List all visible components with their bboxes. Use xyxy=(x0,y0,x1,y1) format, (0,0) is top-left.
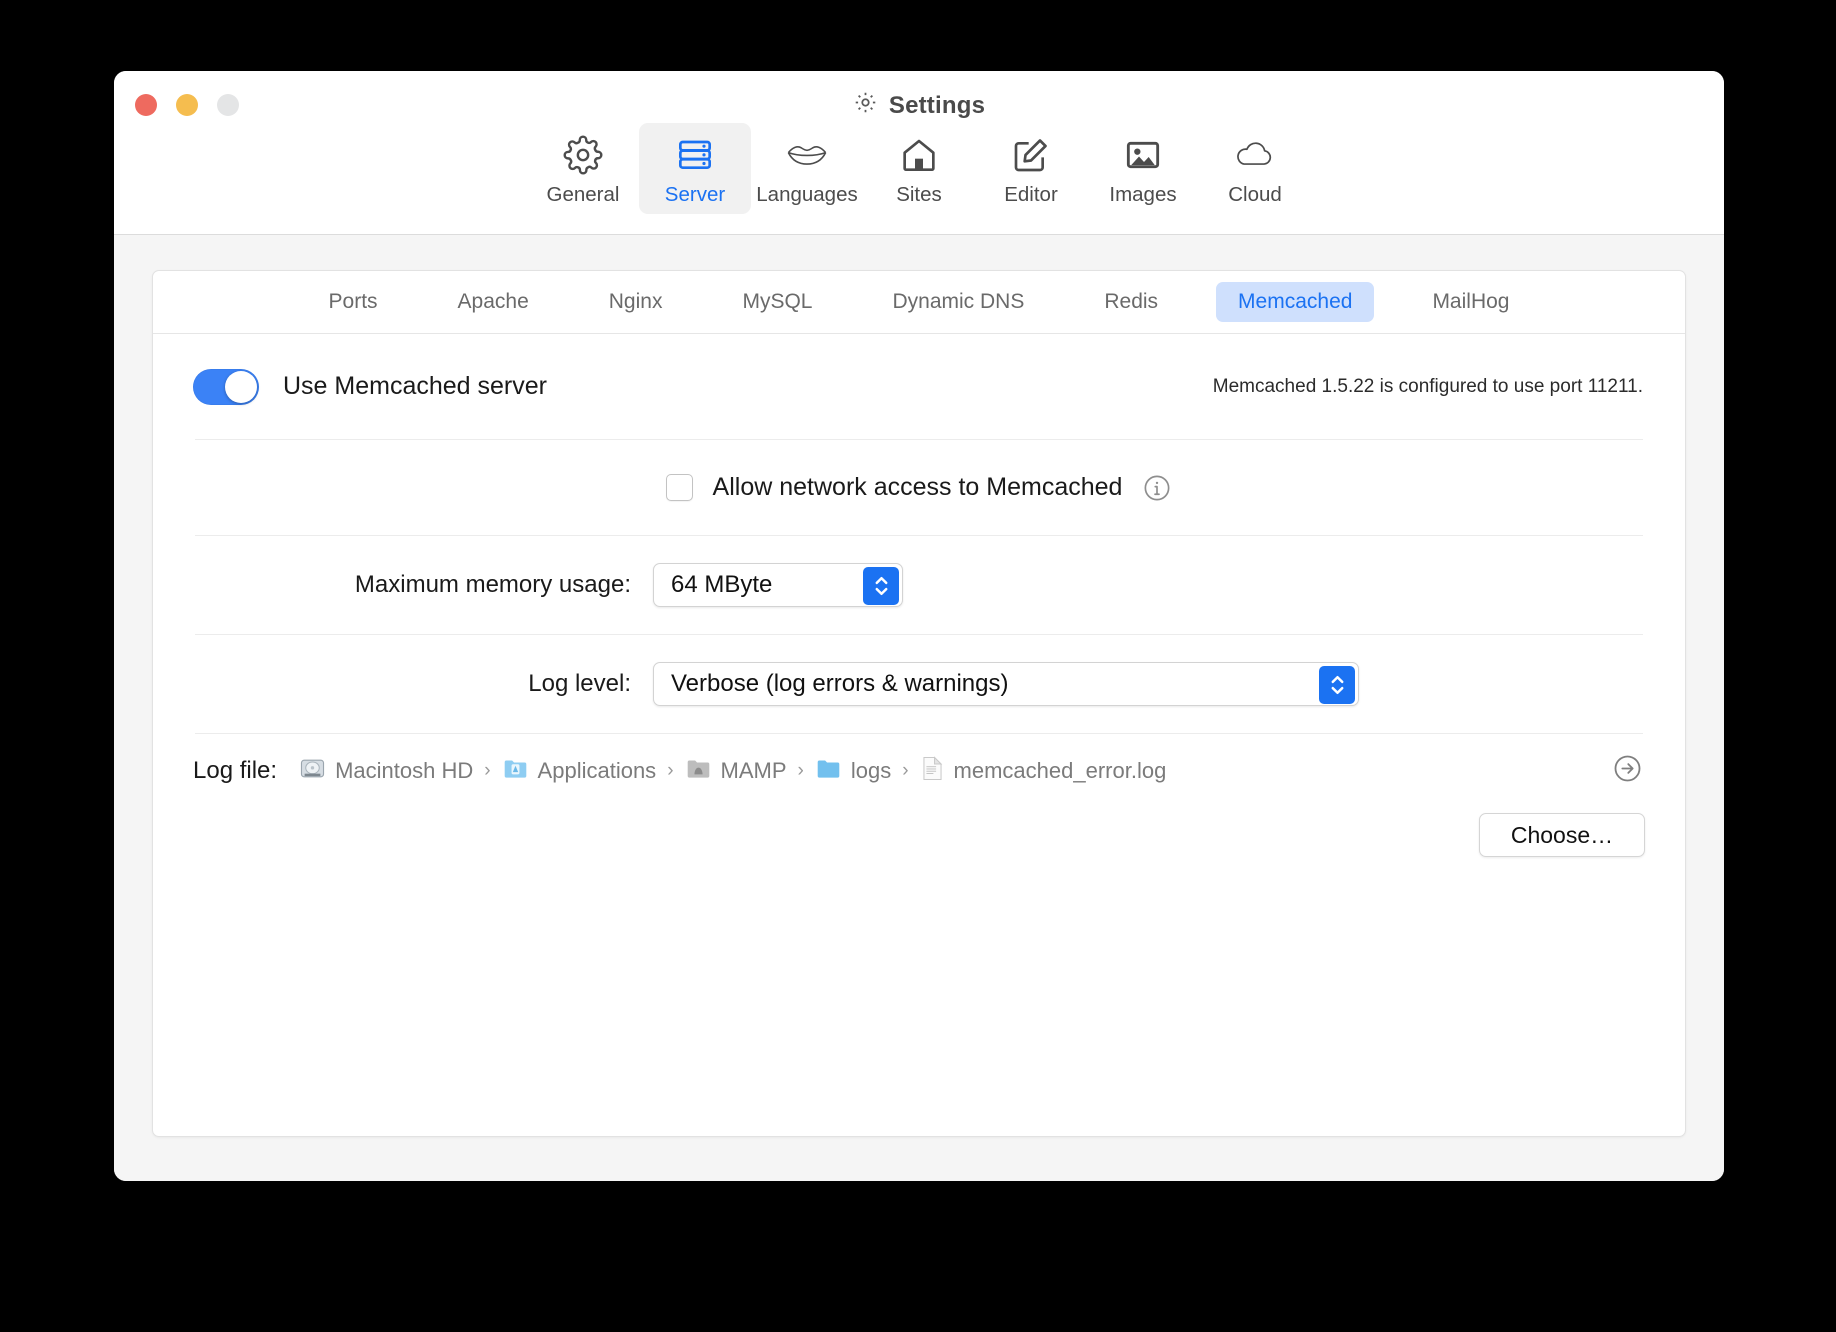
chevron-updown-icon xyxy=(863,567,899,605)
document-icon xyxy=(920,755,945,787)
toolbar-item-languages[interactable]: Languages xyxy=(751,123,863,214)
subtab-label: MailHog xyxy=(1432,290,1510,313)
lips-icon xyxy=(786,134,828,176)
subtab-dynamic-dns[interactable]: Dynamic DNS xyxy=(870,282,1046,322)
settings-panel: Ports Apache Nginx MySQL Dynamic DNS Red… xyxy=(152,270,1686,1137)
window-body: Ports Apache Nginx MySQL Dynamic DNS Red… xyxy=(114,235,1724,1181)
page-title: Settings xyxy=(114,90,1724,122)
log-file-path-breadcrumb[interactable]: Macintosh HD › Applications › MAMP › log… xyxy=(299,755,1166,787)
gear-icon xyxy=(563,134,603,176)
toolbar-item-label: Languages xyxy=(756,183,858,206)
allow-network-access-checkbox[interactable] xyxy=(665,474,693,501)
subtab-label: Memcached xyxy=(1238,290,1353,313)
log-level-select[interactable]: Verbose (log errors & warnings) xyxy=(653,662,1359,706)
subtab-label: Nginx xyxy=(608,290,663,313)
gear-icon xyxy=(853,90,878,122)
settings-window: Settings General Server Languages Sites … xyxy=(114,71,1724,1181)
breadcrumb-text: logs xyxy=(850,758,892,783)
log-file-row: Log file: Macintosh HD › Applications › … xyxy=(193,734,1645,808)
subtab-label: Apache xyxy=(457,290,529,313)
breadcrumb-item-macintosh-hd[interactable]: Macintosh HD xyxy=(299,755,473,787)
allow-network-access-label: Allow network access to Memcached xyxy=(712,473,1123,501)
memcached-version-note: Memcached 1.5.22 is configured to use po… xyxy=(1212,375,1643,397)
toolbar-item-general[interactable]: General xyxy=(527,123,639,214)
max-memory-select[interactable]: 64 MByte xyxy=(653,563,903,607)
arrow-right-circle-icon[interactable] xyxy=(1612,753,1643,789)
breadcrumb-separator: › xyxy=(902,760,909,781)
breadcrumb-item-memcached-error-log[interactable]: memcached_error.log xyxy=(920,755,1167,787)
log-level-value: Verbose (log errors & warnings) xyxy=(671,670,1009,697)
photo-icon xyxy=(1123,134,1163,176)
breadcrumb-item-mamp[interactable]: MAMP xyxy=(685,755,787,787)
toolbar-item-label: Sites xyxy=(896,183,942,206)
hard-disk-icon xyxy=(299,755,326,787)
subtab-mailhog[interactable]: MailHog xyxy=(1410,282,1531,322)
subtab-apache[interactable]: Apache xyxy=(436,282,551,322)
choose-button-label: Choose… xyxy=(1510,821,1614,848)
breadcrumb-separator: › xyxy=(484,760,491,781)
breadcrumb-separator: › xyxy=(797,760,804,781)
server-rack-icon xyxy=(675,134,715,176)
breadcrumb-item-logs[interactable]: logs xyxy=(815,755,891,787)
breadcrumb-text: memcached_error.log xyxy=(953,758,1167,783)
subtab-memcached[interactable]: Memcached xyxy=(1216,282,1375,322)
toolbar-item-cloud[interactable]: Cloud xyxy=(1199,123,1311,214)
toolbar-item-label: Cloud xyxy=(1228,183,1282,206)
toolbar-item-label: General xyxy=(546,183,620,206)
max-memory-label: Maximum memory usage: xyxy=(354,571,631,598)
cloud-icon xyxy=(1234,134,1276,176)
breadcrumb-text: Applications xyxy=(537,758,657,783)
use-memcached-toggle[interactable] xyxy=(193,368,259,405)
use-memcached-row: Use Memcached server Memcached 1.5.22 is… xyxy=(193,334,1645,439)
toolbar-item-editor[interactable]: Editor xyxy=(975,123,1087,214)
window-titlebar: Settings General Server Languages Sites … xyxy=(114,71,1724,235)
toolbar-item-label: Editor xyxy=(1004,183,1058,206)
info-circle-icon[interactable] xyxy=(1142,473,1172,503)
toolbar-item-sites[interactable]: Sites xyxy=(863,123,975,214)
log-level-row: Log level: Verbose (log errors & warning… xyxy=(193,635,1645,733)
toolbar-item-label: Images xyxy=(1109,183,1177,206)
toolbar-item-label: Server xyxy=(664,183,726,206)
subtab-label: Redis xyxy=(1104,290,1159,313)
breadcrumb-text: Macintosh HD xyxy=(335,758,474,783)
choose-row: Choose… xyxy=(193,808,1645,862)
subtab-label: Ports xyxy=(328,290,378,313)
toggle-knob xyxy=(225,370,257,403)
chevron-updown-icon xyxy=(1319,666,1355,704)
main-toolbar: General Server Languages Sites Editor Im… xyxy=(114,123,1724,214)
network-access-row: Allow network access to Memcached xyxy=(193,440,1645,535)
subtab-label: MySQL xyxy=(742,290,813,313)
breadcrumb-item-applications[interactable]: Applications xyxy=(502,755,657,787)
subtab-nginx[interactable]: Nginx xyxy=(587,282,685,322)
max-memory-row: Maximum memory usage: 64 MByte xyxy=(193,536,1645,634)
memcached-settings-content: Use Memcached server Memcached 1.5.22 is… xyxy=(153,334,1685,1136)
server-subtab-bar: Ports Apache Nginx MySQL Dynamic DNS Red… xyxy=(153,271,1685,334)
use-memcached-label: Use Memcached server xyxy=(283,372,547,400)
toolbar-item-images[interactable]: Images xyxy=(1087,123,1199,214)
breadcrumb-text: MAMP xyxy=(720,758,787,783)
mamp-folder-icon xyxy=(685,755,712,787)
folder-icon xyxy=(815,755,842,787)
subtab-ports[interactable]: Ports xyxy=(307,282,400,322)
applications-folder-icon xyxy=(502,755,529,787)
log-file-label: Log file: xyxy=(193,757,278,784)
subtab-mysql[interactable]: MySQL xyxy=(720,282,834,322)
log-level-label: Log level: xyxy=(528,670,631,697)
breadcrumb-separator: › xyxy=(667,760,674,781)
subtab-label: Dynamic DNS xyxy=(892,290,1025,313)
window-title-text: Settings xyxy=(888,92,986,119)
max-memory-value: 64 MByte xyxy=(671,571,773,598)
home-icon xyxy=(899,134,939,176)
choose-button[interactable]: Choose… xyxy=(1479,813,1645,857)
subtab-redis[interactable]: Redis xyxy=(1082,282,1180,322)
pencil-square-icon xyxy=(1011,134,1051,176)
toolbar-item-server[interactable]: Server xyxy=(639,123,751,214)
